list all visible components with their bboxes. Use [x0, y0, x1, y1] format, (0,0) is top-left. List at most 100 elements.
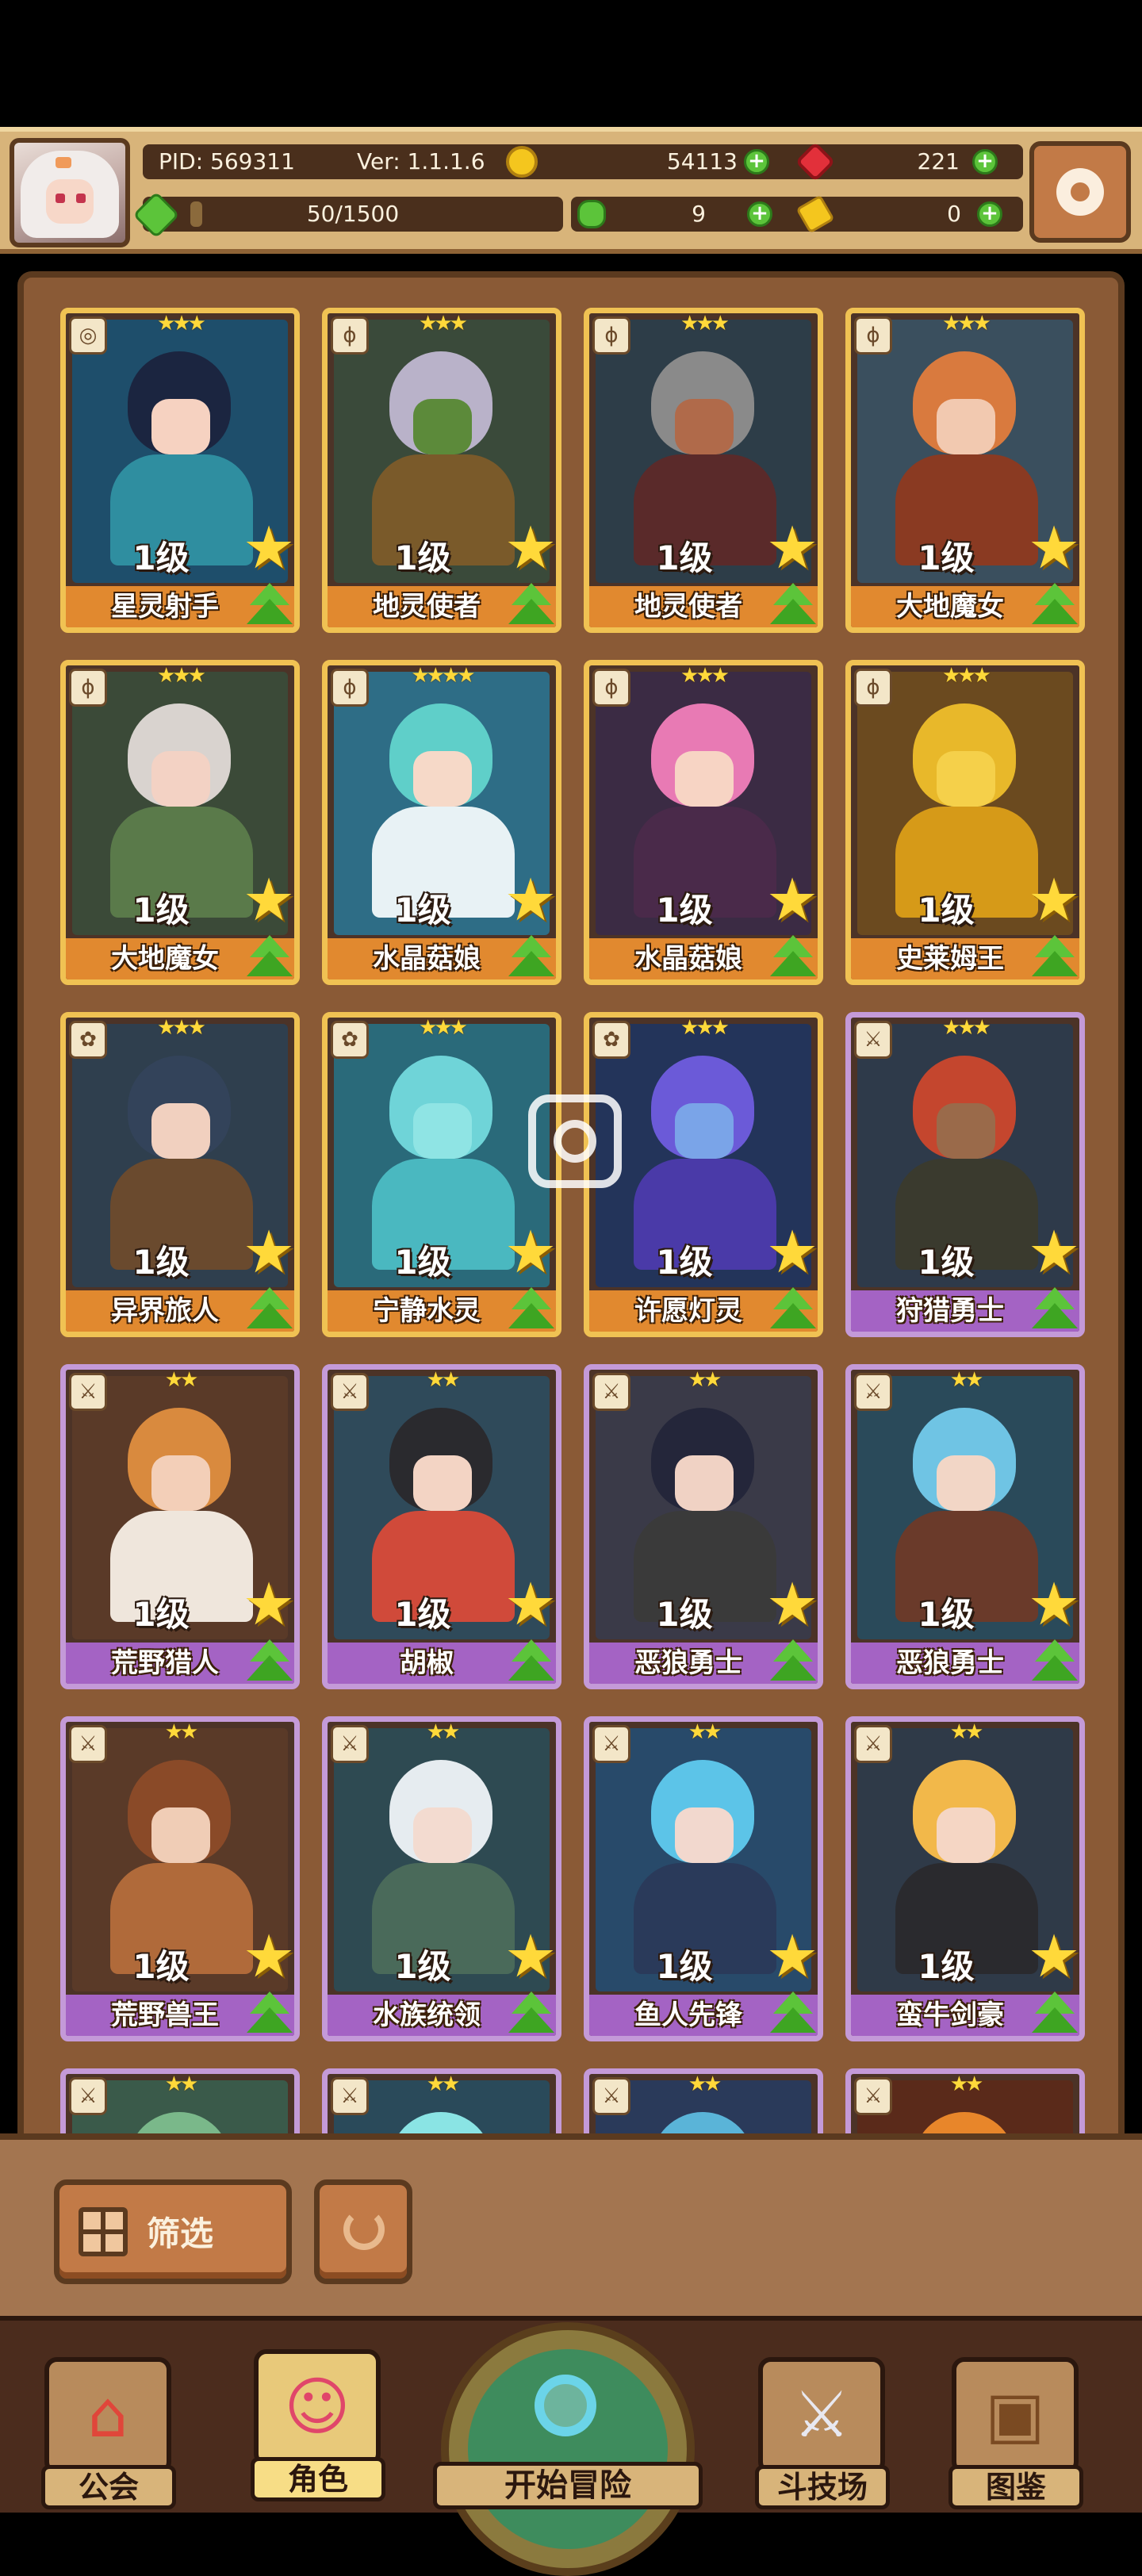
- star-upgrade-icon[interactable]: ★: [239, 1574, 294, 1635]
- nav-hero-label: 角色: [251, 2457, 385, 2501]
- hero-collection-panel[interactable]: ◎ ★★★ 1级 星灵射手 ★ ϕ ★★★ 1级 地灵使者 ★ ϕ ★★★ 1级 地灵使者 ★ ϕ ★★★ 1级大…: [17, 271, 1125, 2159]
- star-upgrade-icon[interactable]: ★: [1024, 1222, 1079, 1282]
- star-upgrade-icon[interactable]: ★: [762, 1222, 818, 1282]
- avatar-eye: [76, 194, 86, 203]
- level-up-arrow-icon[interactable]: [504, 580, 556, 627]
- nav-arena[interactable]: ⚔ 斗技场: [755, 2357, 890, 2513]
- hero-card[interactable]: ⚔ ★★ 1级 荒野猎人 ★: [60, 1364, 300, 1689]
- hero-card[interactable]: ⚔ ★★ 1级 水族统领 ★: [322, 1716, 561, 2041]
- add-gold-button[interactable]: +: [744, 149, 769, 174]
- level-up-arrow-icon[interactable]: [765, 1636, 818, 1684]
- nav-codex[interactable]: ▣ 图鉴: [948, 2357, 1083, 2513]
- nav-start-adventure[interactable]: 开始冒险: [433, 2322, 703, 2576]
- hero-card[interactable]: ϕ ★★★ 1级 大地魔女 ★: [60, 660, 300, 985]
- star-upgrade-icon[interactable]: ★: [239, 870, 294, 930]
- player-avatar[interactable]: [10, 138, 130, 247]
- star-upgrade-icon[interactable]: ★: [500, 1222, 556, 1282]
- add-key-button[interactable]: +: [977, 201, 1002, 227]
- rarity-stars: ★★★: [680, 1016, 730, 1040]
- hero-card[interactable]: ✿ ★★★ 1级 宁静水灵 ★: [322, 1012, 561, 1337]
- nav-adventure-label: 开始冒险: [433, 2462, 703, 2509]
- hero-card[interactable]: ϕ ★★★ 1级 大地魔女 ★: [845, 308, 1085, 633]
- rarity-stars: ★★: [688, 2072, 722, 2096]
- hero-card[interactable]: ⚔ ★★★ 1级 狩猎勇士 ★: [845, 1012, 1085, 1337]
- settings-button[interactable]: [1029, 141, 1131, 243]
- reset-filter-button[interactable]: [314, 2179, 412, 2284]
- star-upgrade-icon[interactable]: ★: [1024, 1926, 1079, 1987]
- star-upgrade-icon[interactable]: ★: [762, 1926, 818, 1987]
- level-up-arrow-icon[interactable]: [765, 1284, 818, 1332]
- gold-amount: 54113: [666, 148, 738, 174]
- level-up-arrow-icon[interactable]: [1027, 1988, 1079, 2036]
- star-upgrade-icon[interactable]: ★: [239, 1222, 294, 1282]
- star-upgrade-icon[interactable]: ★: [500, 518, 556, 578]
- level-up-arrow-icon[interactable]: [765, 580, 818, 627]
- hero-card[interactable]: ⚔ ★★ 1级 恶狼勇士 ★: [845, 1364, 1085, 1689]
- hero-card[interactable]: ◎ ★★★ 1级 星灵射手 ★: [60, 308, 300, 633]
- level-up-arrow-icon[interactable]: [504, 932, 556, 979]
- hero-card[interactable]: ⚔ ★★ 1级 鱼人先锋 ★: [584, 1716, 823, 2041]
- hero-card[interactable]: ϕ ★★★ 1级 水晶菇娘 ★: [584, 660, 823, 985]
- level-up-arrow-icon[interactable]: [504, 1636, 556, 1684]
- hero-level: 1级: [132, 891, 190, 930]
- hero-card[interactable]: ϕ ★★★ 1级 地灵使者 ★: [584, 308, 823, 633]
- screenshot-capture-icon[interactable]: [528, 1094, 622, 1188]
- hero-card[interactable]: ⚔ ★★ 1级 胡椒 ★: [322, 1364, 561, 1689]
- star-upgrade-icon[interactable]: ★: [500, 870, 556, 930]
- rarity-stars: ★★: [949, 2072, 984, 2096]
- player-id: PID: 569311: [159, 148, 295, 174]
- level-up-arrow-icon[interactable]: [242, 1284, 294, 1332]
- clover-amount: 9: [692, 201, 706, 227]
- nav-codex-label: 图鉴: [948, 2465, 1083, 2509]
- hero-card[interactable]: ϕ ★★★ 1级 地灵使者 ★: [322, 308, 561, 633]
- level-up-arrow-icon[interactable]: [242, 1988, 294, 2036]
- level-up-arrow-icon[interactable]: [1027, 1284, 1079, 1332]
- rarity-stars: ★★: [426, 1368, 461, 1392]
- star-upgrade-icon[interactable]: ★: [239, 1926, 294, 1987]
- rarity-stars: ★★: [949, 1720, 984, 1744]
- star-upgrade-icon[interactable]: ★: [1024, 518, 1079, 578]
- star-upgrade-icon[interactable]: ★: [500, 1574, 556, 1635]
- add-gem-button[interactable]: +: [972, 149, 998, 174]
- star-upgrade-icon[interactable]: ★: [762, 518, 818, 578]
- level-up-arrow-icon[interactable]: [242, 1636, 294, 1684]
- nav-hero[interactable]: ☺ 角色: [251, 2349, 385, 2505]
- hero-name: 蛮牛剑豪: [896, 1999, 1004, 2031]
- star-upgrade-icon[interactable]: ★: [500, 1926, 556, 1987]
- hero-card[interactable]: ϕ ★★★ 1级 史莱姆王 ★: [845, 660, 1085, 985]
- hero-name: 鱼人先锋: [634, 1999, 742, 2031]
- rarity-stars: ★★★: [942, 312, 991, 335]
- level-up-arrow-icon[interactable]: [1027, 1636, 1079, 1684]
- exp-bar: 50/1500: [132, 191, 563, 239]
- star-upgrade-icon[interactable]: ★: [1024, 870, 1079, 930]
- gear-icon-hole: [1071, 182, 1090, 201]
- hero-card[interactable]: ⚔ ★★ 1级 恶狼勇士 ★: [584, 1364, 823, 1689]
- add-clover-button[interactable]: +: [747, 201, 772, 227]
- level-up-arrow-icon[interactable]: [504, 1988, 556, 2036]
- level-up-arrow-icon[interactable]: [765, 1988, 818, 2036]
- hero-face-icon: ☺: [254, 2349, 381, 2467]
- level-up-arrow-icon[interactable]: [1027, 932, 1079, 979]
- rarity-stars: ★★: [164, 1720, 199, 1744]
- star-upgrade-icon[interactable]: ★: [1024, 1574, 1079, 1635]
- key-amount: 0: [947, 201, 961, 227]
- level-up-arrow-icon[interactable]: [765, 932, 818, 979]
- level-up-arrow-icon[interactable]: [242, 580, 294, 627]
- hero-name: 荒野兽王: [111, 1999, 219, 2031]
- hero-card[interactable]: ✿ ★★★ 1级 异界旅人 ★: [60, 1012, 300, 1337]
- level-up-arrow-icon[interactable]: [242, 932, 294, 979]
- hero-card[interactable]: ⚔ ★★ 1级 蛮牛剑豪 ★: [845, 1716, 1085, 2041]
- filter-button[interactable]: 筛选: [54, 2179, 292, 2284]
- level-up-arrow-icon[interactable]: [1027, 580, 1079, 627]
- hero-card[interactable]: ⚔ ★★ 1级 荒野兽王 ★: [60, 1716, 300, 2041]
- level-up-arrow-icon[interactable]: [504, 1284, 556, 1332]
- star-upgrade-icon[interactable]: ★: [239, 518, 294, 578]
- rarity-stars: ★★★: [942, 1016, 991, 1040]
- star-upgrade-icon[interactable]: ★: [762, 1574, 818, 1635]
- hero-level: 1级: [132, 1243, 190, 1282]
- nav-guild[interactable]: ⌂ 公会: [41, 2357, 176, 2513]
- rarity-stars: ★★★: [680, 664, 730, 688]
- star-upgrade-icon[interactable]: ★: [762, 870, 818, 930]
- hero-card[interactable]: ϕ ★★★★ 1级 水晶菇娘 ★: [322, 660, 561, 985]
- hero-name: 大地魔女: [111, 943, 219, 975]
